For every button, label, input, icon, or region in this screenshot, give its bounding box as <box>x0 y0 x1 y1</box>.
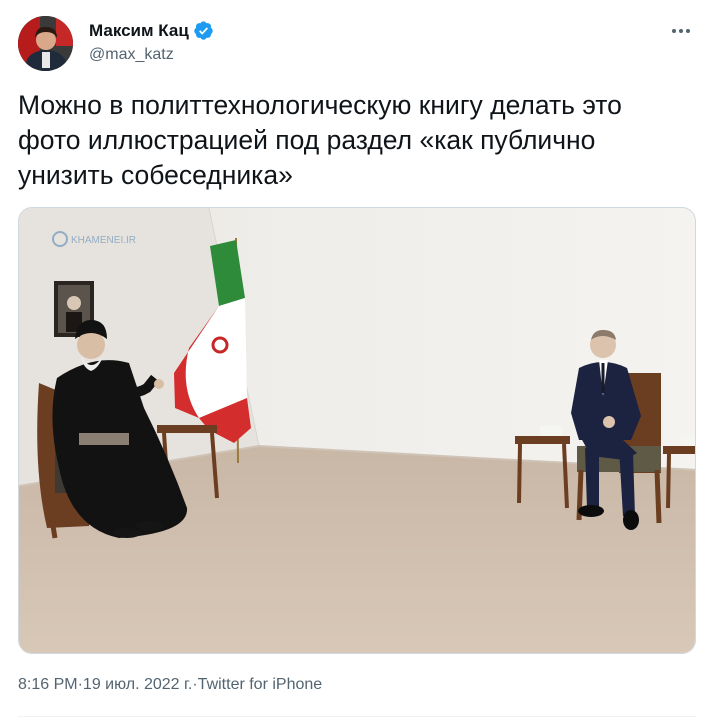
svg-text:KHAMENEI.IR: KHAMENEI.IR <box>71 235 136 246</box>
verified-badge-icon <box>193 20 214 41</box>
author-display-name[interactable]: Максим Кац <box>89 21 189 41</box>
tweet-card: Максим Кац @max_katz Можно в политтехнол… <box>0 0 714 721</box>
profile-photo-icon <box>18 16 73 71</box>
tweet-meta: 8:16 PM · 19 июл. 2022 г. · Twitter for … <box>18 676 322 694</box>
tweet-source-link[interactable]: Twitter for iPhone <box>198 676 323 694</box>
avatar[interactable] <box>18 16 73 71</box>
divider <box>18 716 696 717</box>
author-name-row[interactable]: Максим Кац <box>89 20 214 41</box>
tweet-time-link[interactable]: 8:16 PM <box>18 676 78 694</box>
tweet-photo[interactable]: KHAMENEI.IR <box>18 207 696 654</box>
meeting-photo-image: KHAMENEI.IR <box>19 208 695 653</box>
more-options-icon[interactable] <box>668 20 694 42</box>
tweet-date-link[interactable]: 19 июл. 2022 г. <box>83 676 192 694</box>
author-handle[interactable]: @max_katz <box>89 46 174 64</box>
tweet-text: Можно в политтехнологическую книгу делат… <box>18 90 622 190</box>
